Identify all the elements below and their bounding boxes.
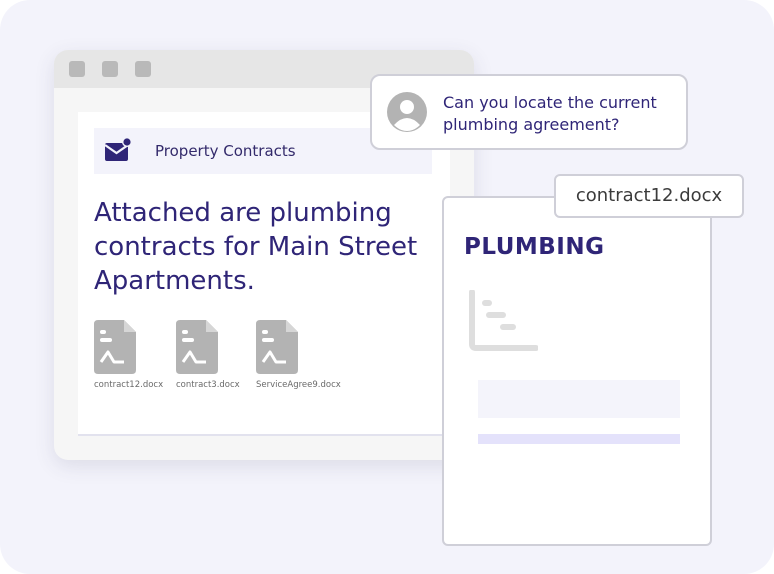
document-text-block — [478, 380, 680, 418]
attachment-item[interactable]: contract3.docx — [176, 320, 256, 390]
window-control-dot[interactable] — [135, 61, 151, 77]
email-message: Attached are plumbing contracts for Main… — [94, 198, 418, 296]
attachment-filename: ServiceAgree9.docx — [256, 380, 341, 390]
document-icon — [176, 320, 218, 374]
window-control-dot[interactable] — [69, 61, 85, 77]
chat-bubble: Can you locate the current plumbing agre… — [370, 74, 688, 150]
document-icon — [94, 320, 136, 374]
email-content: Property Contracts Attached are plumbing… — [78, 112, 450, 436]
document-highlight-line — [478, 434, 680, 444]
user-avatar-icon — [387, 92, 427, 132]
document-title: PLUMBING — [464, 234, 605, 260]
document-icon — [256, 320, 298, 374]
document-filename-tab[interactable]: contract12.docx — [554, 174, 744, 218]
email-subject: Property Contracts — [155, 142, 296, 160]
attachment-item[interactable]: contract12.docx — [94, 320, 174, 390]
bar-chart-icon — [469, 290, 538, 351]
document-preview: PLUMBING — [442, 196, 712, 546]
attachment-filename: contract3.docx — [176, 380, 240, 390]
mail-icon — [104, 137, 132, 161]
chat-message: Can you locate the current plumbing agre… — [443, 93, 657, 134]
attachment-filename: contract12.docx — [94, 380, 164, 390]
attachment-item[interactable]: ServiceAgree9.docx — [256, 320, 341, 390]
window-control-dot[interactable] — [102, 61, 118, 77]
